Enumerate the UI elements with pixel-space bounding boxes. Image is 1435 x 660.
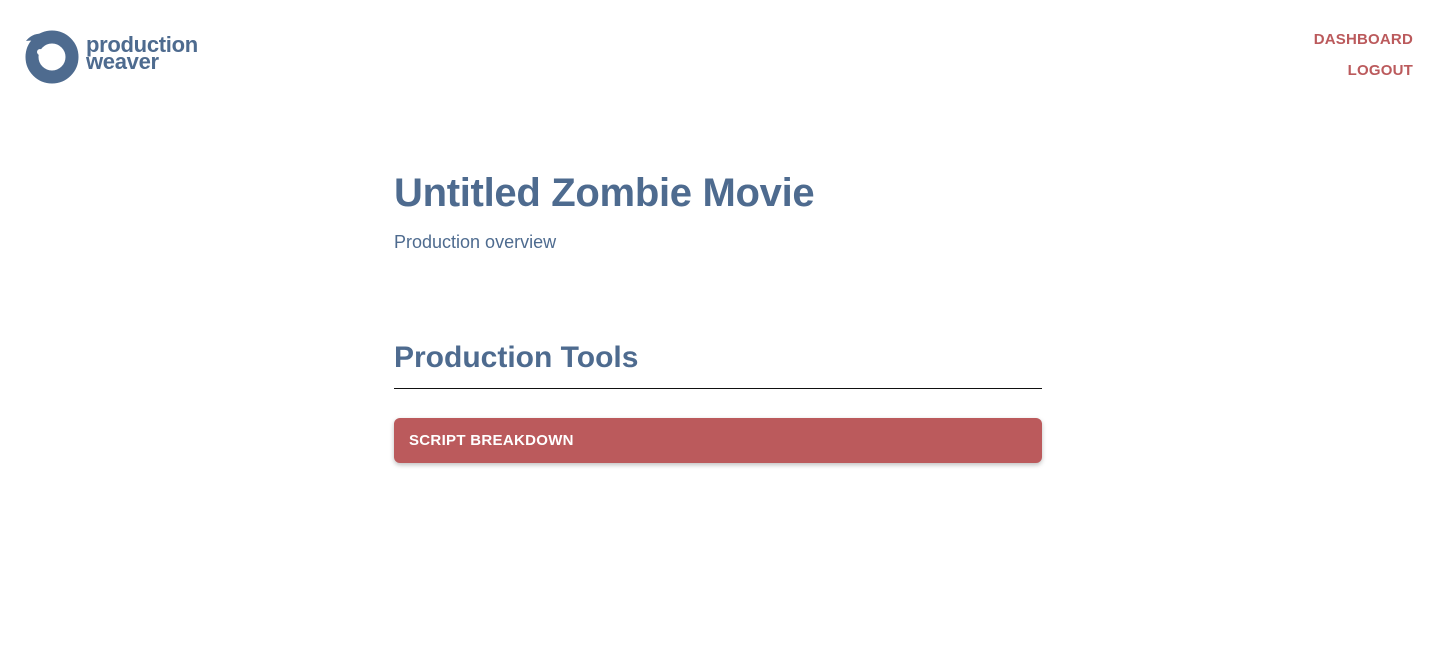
nav-dashboard-link[interactable]: DASHBOARD bbox=[1314, 30, 1413, 50]
brand-wordmark: production weaver bbox=[86, 34, 198, 74]
top-nav: DASHBOARD LOGOUT bbox=[1314, 30, 1413, 81]
top-header: production weaver DASHBOARD LOGOUT bbox=[0, 0, 1435, 110]
main-content: Untitled Zombie Movie Production overvie… bbox=[394, 168, 1042, 463]
brand-line-2: weaver bbox=[86, 49, 159, 74]
brand-logo[interactable]: production weaver bbox=[23, 28, 198, 85]
page-subtitle: Production overview bbox=[394, 232, 557, 252]
script-breakdown-label: SCRIPT BREAKDOWN bbox=[409, 432, 574, 449]
nav-logout-link[interactable]: LOGOUT bbox=[1348, 61, 1413, 81]
script-breakdown-button[interactable]: SCRIPT BREAKDOWN bbox=[394, 418, 1042, 463]
production-tools-heading: Production Tools bbox=[394, 339, 1042, 389]
logo-ring-icon bbox=[25, 30, 79, 84]
page-title: Untitled Zombie Movie bbox=[394, 171, 815, 215]
